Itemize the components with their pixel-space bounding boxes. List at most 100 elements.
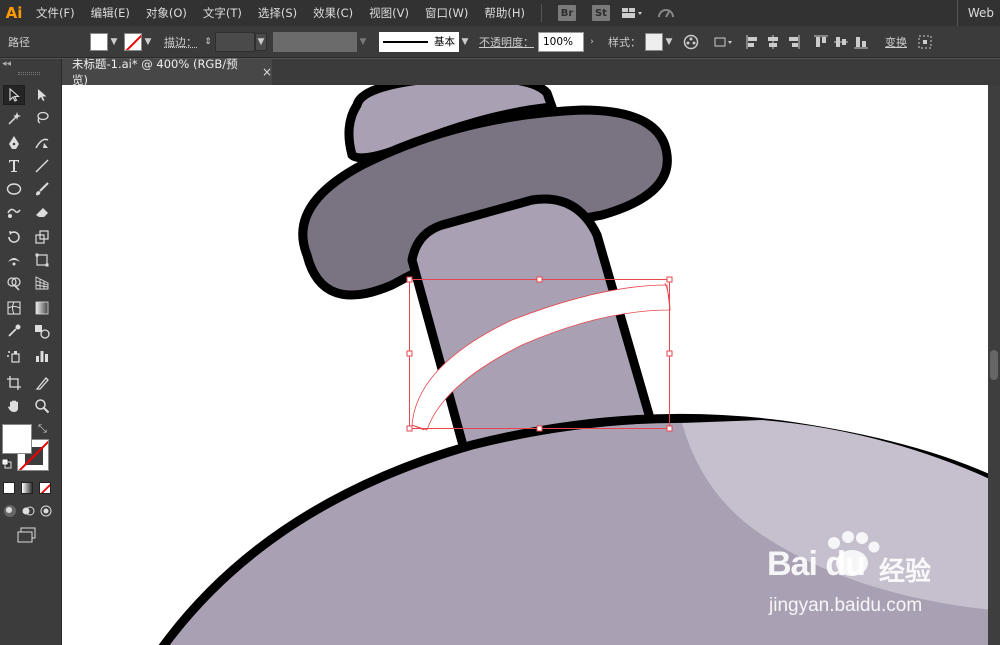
panel-grip[interactable]	[18, 72, 40, 75]
menu-object[interactable]: 对象(O)	[138, 0, 195, 26]
transform-grid-icon[interactable]	[915, 32, 935, 52]
stroke-label: 描边：	[164, 35, 197, 49]
stroke-dropdown-icon[interactable]: ▼	[142, 33, 154, 51]
menu-window[interactable]: 窗口(W)	[417, 0, 476, 26]
ellipse-tool-icon[interactable]	[3, 179, 25, 199]
profile-dropdown-icon[interactable]: ▼	[357, 33, 369, 51]
stock-button[interactable]: St	[591, 5, 610, 21]
menu-separator	[540, 4, 542, 22]
workspace-switcher[interactable]: Web	[956, 0, 994, 26]
zoom-tool-icon[interactable]	[31, 396, 53, 416]
curvature-tool-icon[interactable]	[31, 133, 53, 153]
free-transform-tool-icon[interactable]	[31, 250, 53, 270]
menu-bar: Ai 文件(F) 编辑(E) 对象(O) 文字(T) 选择(S) 效果(C) 视…	[0, 0, 1000, 26]
canvas-area[interactable]: Bai du 经验 jingyan.baidu.com	[62, 85, 1000, 645]
brush-dropdown-icon[interactable]: ▼	[459, 33, 471, 51]
paintbrush-tool-icon[interactable]	[31, 179, 53, 199]
document-tab-bar: 未标题-1.ai* @ 400% (RGB/预览) ×	[62, 57, 1000, 87]
fill-dropdown-icon[interactable]: ▼	[108, 33, 120, 51]
brush-definition[interactable]: 基本	[379, 31, 459, 52]
align-to-icon[interactable]	[711, 32, 737, 52]
opacity-label[interactable]: 不透明度：	[475, 34, 538, 50]
menu-effect[interactable]: 效果(C)	[305, 0, 361, 26]
document-tab-title: 未标题-1.ai* @ 400% (RGB/预览)	[72, 57, 238, 87]
variable-width-profile[interactable]	[273, 31, 357, 52]
stroke-weight-stepper[interactable]: ⇕	[201, 32, 215, 52]
opacity-field[interactable]: 100%	[538, 31, 584, 52]
draw-normal-icon[interactable]	[3, 504, 17, 518]
swap-fill-stroke-icon[interactable]: ⤡	[38, 422, 47, 436]
arrange-documents-icon[interactable]	[618, 3, 646, 23]
graphic-style-swatch[interactable]	[645, 32, 663, 51]
menu-edit[interactable]: 编辑(E)	[83, 0, 138, 26]
watermark-url: jingyan.baidu.com	[769, 595, 923, 616]
magic-wand-tool-icon[interactable]	[3, 108, 25, 128]
slice-tool-icon[interactable]	[31, 373, 53, 393]
symbol-sprayer-tool-icon[interactable]	[3, 346, 25, 366]
selection-tool-icon[interactable]	[3, 85, 25, 105]
menu-view[interactable]: 视图(V)	[361, 0, 417, 26]
menu-help[interactable]: 帮助(H)	[476, 0, 533, 26]
screen-mode-icon[interactable]	[16, 527, 40, 543]
type-tool-icon[interactable]	[3, 156, 25, 176]
line-tool-icon[interactable]	[31, 156, 53, 176]
stroke-weight-field[interactable]	[215, 31, 255, 52]
hand-tool-icon[interactable]	[3, 396, 25, 416]
rotate-tool-icon[interactable]	[3, 227, 25, 247]
opacity-arrow-icon[interactable]: ›	[584, 33, 600, 51]
fill-swatch[interactable]	[90, 32, 108, 51]
brush-definition-label: 基本	[434, 36, 455, 48]
align-center-icon[interactable]	[763, 32, 783, 52]
gradient-mode-button[interactable]	[21, 482, 33, 494]
control-bar: 路径 ▼ ▼ 描边： ⇕ ▼ ▼ 基本 ▼ 不透明度： 100% › 样式： ▼…	[0, 26, 1000, 58]
watermark-jingyan: 经验	[879, 557, 932, 587]
watermark: Bai du 经验 jingyan.baidu.com	[767, 545, 987, 625]
align-left-icon[interactable]	[743, 32, 763, 52]
blend-tool-icon[interactable]	[31, 321, 53, 341]
document-tab[interactable]: 未标题-1.ai* @ 400% (RGB/预览) ×	[62, 57, 272, 87]
menu-type[interactable]: 文字(T)	[195, 0, 250, 26]
none-mode-button[interactable]	[39, 482, 51, 494]
transform-link[interactable]: 变换	[881, 34, 911, 50]
column-graph-tool-icon[interactable]	[31, 346, 53, 366]
gradient-tool-icon[interactable]	[31, 298, 53, 318]
draw-behind-icon[interactable]	[21, 504, 35, 518]
style-dropdown-icon[interactable]: ▼	[663, 33, 675, 51]
color-mode-button[interactable]	[3, 482, 15, 494]
eyedropper-tool-icon[interactable]	[3, 321, 25, 341]
menu-select[interactable]: 选择(S)	[250, 0, 305, 26]
menu-file[interactable]: 文件(F)	[28, 0, 83, 26]
collapse-panel-icon[interactable]: ◂◂	[2, 59, 11, 69]
scale-tool-icon[interactable]	[31, 227, 53, 247]
recolor-artwork-icon[interactable]	[681, 32, 701, 52]
draw-inside-icon[interactable]	[39, 504, 53, 518]
pen-tool-icon[interactable]	[3, 133, 25, 153]
direct-selection-tool-icon[interactable]	[31, 85, 53, 105]
perspective-grid-tool-icon[interactable]	[31, 273, 53, 293]
align-middle-icon[interactable]	[831, 32, 851, 52]
watermark-brand: Bai du	[767, 545, 866, 583]
align-bottom-icon[interactable]	[851, 32, 871, 52]
align-right-icon[interactable]	[783, 32, 803, 52]
default-fill-stroke-icon[interactable]	[1, 458, 12, 469]
width-tool-icon[interactable]	[3, 250, 25, 270]
bridge-button[interactable]: Br	[557, 5, 576, 21]
vertical-scrollbar[interactable]	[988, 85, 1000, 645]
eraser-tool-icon[interactable]	[31, 202, 53, 222]
artboard-tool-icon[interactable]	[3, 373, 25, 393]
stroke-weight-dropdown-icon[interactable]: ▼	[255, 32, 267, 51]
app-logo: Ai	[5, 4, 23, 22]
shaper-tool-icon[interactable]	[3, 202, 25, 222]
mesh-tool-icon[interactable]	[3, 298, 25, 318]
close-tab-icon[interactable]: ×	[262, 65, 272, 79]
lasso-tool-icon[interactable]	[31, 108, 53, 128]
artboard[interactable]: Bai du 经验 jingyan.baidu.com	[62, 85, 988, 645]
shape-builder-tool-icon[interactable]	[3, 273, 25, 293]
gpu-performance-icon[interactable]	[652, 3, 680, 23]
align-top-icon[interactable]	[811, 32, 831, 52]
stroke-swatch[interactable]	[124, 32, 142, 51]
scrollbar-thumb[interactable]	[990, 350, 998, 380]
selection-type-label: 路径	[8, 35, 30, 49]
fill-color-swatch[interactable]	[2, 424, 32, 454]
tools-panel: ◂◂ ⤡	[0, 59, 62, 645]
